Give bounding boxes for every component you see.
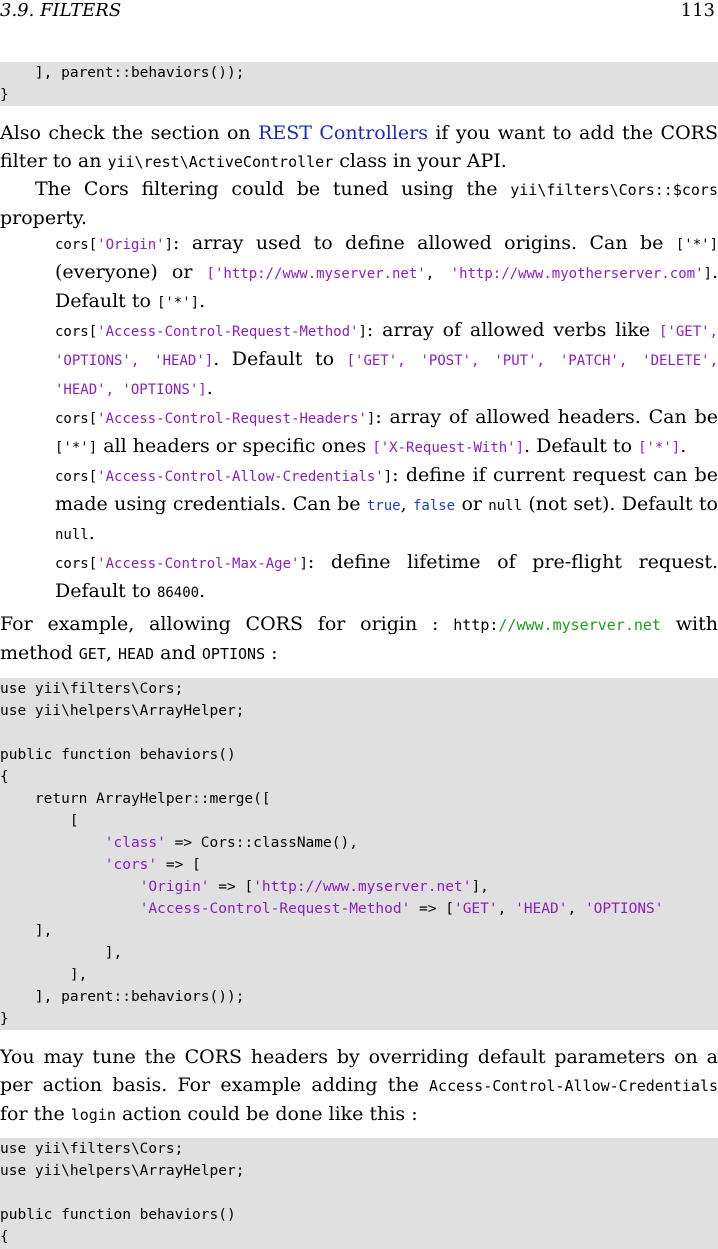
code-token: { <box>0 769 9 785</box>
code-token: public function behaviors() <box>0 1207 236 1223</box>
code-line: { <box>0 1226 718 1248</box>
code-line: use yii\filters\Cors; <box>0 1138 718 1160</box>
section-title: 3.9. FILTERS <box>0 0 122 21</box>
rest-controllers-link[interactable]: REST Controllers <box>258 122 428 144</box>
code-token: use yii\filters\Cors; <box>0 681 184 697</box>
code-line: ], <box>0 964 718 986</box>
code-token: ], <box>0 923 53 939</box>
code-block-2: use yii\filters\Cors; use yii\helpers\Arr… <box>0 678 718 1030</box>
code-line: ], <box>0 942 718 964</box>
list-item-request-method: cors['Access-Control-Request-Method']: a… <box>55 319 718 399</box>
code-token: => [ <box>410 901 454 917</box>
code-token: ], <box>0 967 88 983</box>
code-line: [ <box>0 810 718 832</box>
page-header: 3.9. FILTERS 113 <box>0 0 718 22</box>
list-item-allow-credentials: cors['Access-Control-Allow-Credentials']… <box>55 464 718 544</box>
code-line: } <box>0 84 718 106</box>
code-token: public function behaviors() <box>0 747 236 763</box>
code-line: return ArrayHelper::merge([ <box>0 788 718 810</box>
code-token: => [ <box>157 857 201 873</box>
code-token: ], <box>471 879 489 895</box>
inline-code-activecontroller: yii\rest\ActiveController <box>107 153 334 171</box>
code-line: use yii\helpers\ArrayHelper; <box>0 700 718 722</box>
code-token: [ <box>0 813 79 829</box>
code-line: 'Origin' => ['http://www.myserver.net'], <box>0 876 718 898</box>
code-line: { <box>0 766 718 788</box>
code-line: } <box>0 1008 718 1030</box>
code-line: ], parent::behaviors()); <box>0 62 718 84</box>
code-token: 'HEAD' <box>515 901 568 917</box>
code-token: 'Access-Control-Request-Method' <box>139 901 411 917</box>
code-block-1: ], parent::behaviors());} <box>0 62 718 106</box>
code-line: public function behaviors() <box>0 1204 718 1226</box>
code-token: 'Origin' <box>139 879 210 895</box>
paragraph-cors-property: The Cors filtering could be tuned using … <box>0 178 718 229</box>
code-token: 'OPTIONS' <box>584 901 664 917</box>
code-token: return ArrayHelper::merge([ <box>0 791 271 807</box>
list-item-max-age: cors['Access-Control-Max-Age']: define l… <box>55 551 718 602</box>
code-line: public function behaviors() <box>0 744 718 766</box>
list-item-origin: cors['Origin']: array used to define all… <box>55 232 718 312</box>
code-token: 'cors' <box>104 857 158 873</box>
code-line: 'Access-Control-Request-Method' => ['GET… <box>0 898 718 920</box>
code-token: { <box>0 1229 9 1245</box>
code-token: ], parent::behaviors()); <box>0 989 245 1005</box>
code-token: use yii\filters\Cors; <box>0 1141 184 1157</box>
code-line: ], <box>0 920 718 942</box>
code-token: 'class' <box>104 835 166 851</box>
page-number: 113 <box>680 0 715 21</box>
code-token: } <box>0 87 9 103</box>
list-item-request-headers: cors['Access-Control-Request-Headers']: … <box>55 406 718 457</box>
code-token: ], parent::behaviors()); <box>0 65 245 81</box>
code-token: => [ <box>209 879 254 895</box>
code-line: use yii\helpers\ArrayHelper; <box>0 1160 718 1182</box>
paragraph-rest-controllers: Also check the section on REST Controlle… <box>0 122 718 172</box>
code-line: 'cors' => [ <box>0 854 718 876</box>
code-block-3: use yii\filters\Cors; use yii\helpers\Arr… <box>0 1138 718 1249</box>
code-token: 'http://www.myserver.net' <box>253 879 472 895</box>
code-token: } <box>0 1011 9 1027</box>
code-token: ], <box>0 945 123 961</box>
cors-options-list: cors['Origin']: array used to define all… <box>55 230 718 607</box>
inline-code-cors-property: yii\filters\Cors::$cors <box>510 181 718 199</box>
code-token: use yii\helpers\ArrayHelper; <box>0 703 245 719</box>
code-line: use yii\filters\Cors; <box>0 678 718 700</box>
code-token: , <box>497 901 516 917</box>
paragraph-example-origin: For example, allowing CORS for origin : … <box>0 613 718 664</box>
code-token: use yii\helpers\ArrayHelper; <box>0 1163 245 1179</box>
code-line: ], parent::behaviors()); <box>0 986 718 1008</box>
code-token: 'GET' <box>453 901 498 917</box>
code-token: => Cors::className(), <box>165 835 358 851</box>
code-token: , <box>567 901 585 917</box>
code-line: 'class' => Cors::className(), <box>0 832 718 854</box>
paragraph-per-action: You may tune the CORS headers by overrid… <box>0 1046 718 1125</box>
